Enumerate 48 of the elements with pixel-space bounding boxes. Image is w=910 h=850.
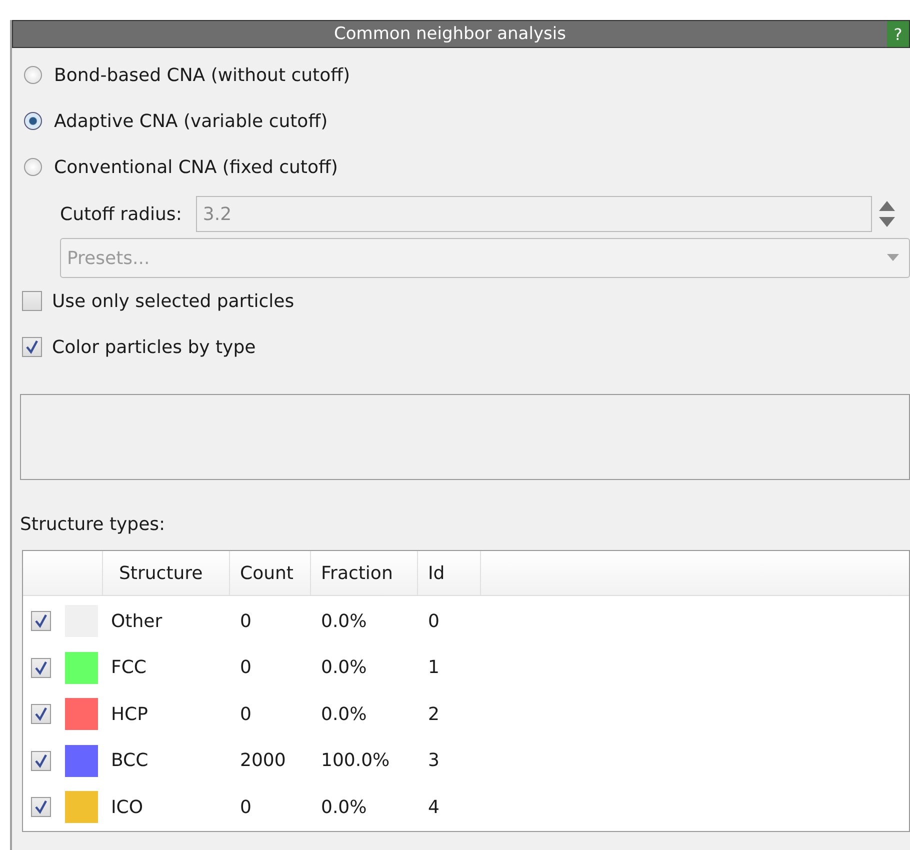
table-cell-text: 0.0% <box>320 610 368 632</box>
color-swatch[interactable] <box>65 791 98 824</box>
table-cell-text: 2000 <box>239 750 287 772</box>
table-cell-text: 0 <box>239 704 252 725</box>
radio-button[interactable] <box>24 66 42 84</box>
column-header[interactable]: Fraction <box>311 551 418 595</box>
table-cell-text: 1 <box>427 657 440 678</box>
radio-button[interactable] <box>24 158 42 176</box>
color-swatch[interactable] <box>65 698 98 730</box>
row-checkbox[interactable] <box>31 797 51 818</box>
column-header[interactable]: Structure <box>103 551 230 595</box>
row-checkbox[interactable] <box>31 750 51 771</box>
checkbox-label[interactable]: Use only selected particles <box>52 290 294 312</box>
row-checkbox[interactable] <box>31 704 51 724</box>
table-cell-text: BCC <box>110 750 150 772</box>
panel-title: Common neighbor analysis <box>333 24 567 44</box>
table-cell-text: 4 <box>427 796 440 818</box>
table-cell-text: 0 <box>239 657 252 678</box>
table-cell-text: 0.0% <box>320 704 368 725</box>
color-swatch[interactable] <box>65 744 98 777</box>
table-cell-text: 0.0% <box>320 657 368 678</box>
cutoff-label: Cutoff radius: <box>60 204 182 224</box>
table-cell-text: 0 <box>239 610 252 632</box>
table-cell-text: 100.0% <box>320 750 391 772</box>
table-cell-text: 0.0% <box>320 796 368 818</box>
row-checkbox[interactable] <box>31 658 51 678</box>
radio-label[interactable]: Conventional CNA (fixed cutoff) <box>54 156 338 178</box>
column-header[interactable]: Id <box>418 551 481 595</box>
table-cell-text: 0 <box>427 610 440 632</box>
radio-label[interactable]: Adaptive CNA (variable cutoff) <box>54 110 328 132</box>
caret-icon <box>887 254 899 262</box>
color-swatch[interactable] <box>65 652 98 684</box>
table-cell-text: 0 <box>239 796 252 818</box>
column-header[interactable]: Count <box>230 551 311 595</box>
checkbox[interactable] <box>22 337 42 357</box>
table-cell-text: HCP <box>110 704 149 725</box>
section-label: Structure types: <box>20 514 166 537</box>
table-cell-text: FCC <box>110 657 148 678</box>
checkbox[interactable] <box>22 291 42 311</box>
help-button[interactable]: ? <box>887 21 909 47</box>
table-cell-text: 2 <box>427 704 440 725</box>
radio-button[interactable] <box>24 112 42 130</box>
radio-label[interactable]: Bond-based CNA (without cutoff) <box>54 64 350 86</box>
table-cell-text: 3 <box>427 750 440 772</box>
row-checkbox[interactable] <box>31 611 51 632</box>
table-cell-text: Other <box>110 610 164 632</box>
table-cell-text: ICO <box>110 796 144 818</box>
checkbox-label[interactable]: Color particles by type <box>52 336 256 358</box>
